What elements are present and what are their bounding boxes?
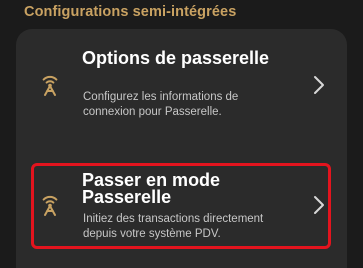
item-description: Configurez les informations de connexion…	[83, 91, 239, 118]
broadcast-icon	[38, 194, 62, 218]
item-title: Passer en mode Passerelle	[82, 170, 221, 207]
section-title: Configurations semi-intégrées	[24, 4, 237, 20]
item-title: Options de passerelle	[82, 48, 270, 68]
chevron-right-icon	[312, 74, 326, 96]
gateway-mode-item[interactable]: Passer en mode Passerelle Initiez des tr…	[16, 170, 347, 244]
chevron-right-icon	[312, 194, 326, 216]
gateway-options-item[interactable]: Options de passerelle Configurez les inf…	[16, 48, 347, 122]
screen: Configurations semi-intégrées Options de…	[0, 0, 363, 268]
item-description: Initiez des transactions directement dep…	[83, 213, 264, 240]
broadcast-icon	[38, 74, 62, 98]
